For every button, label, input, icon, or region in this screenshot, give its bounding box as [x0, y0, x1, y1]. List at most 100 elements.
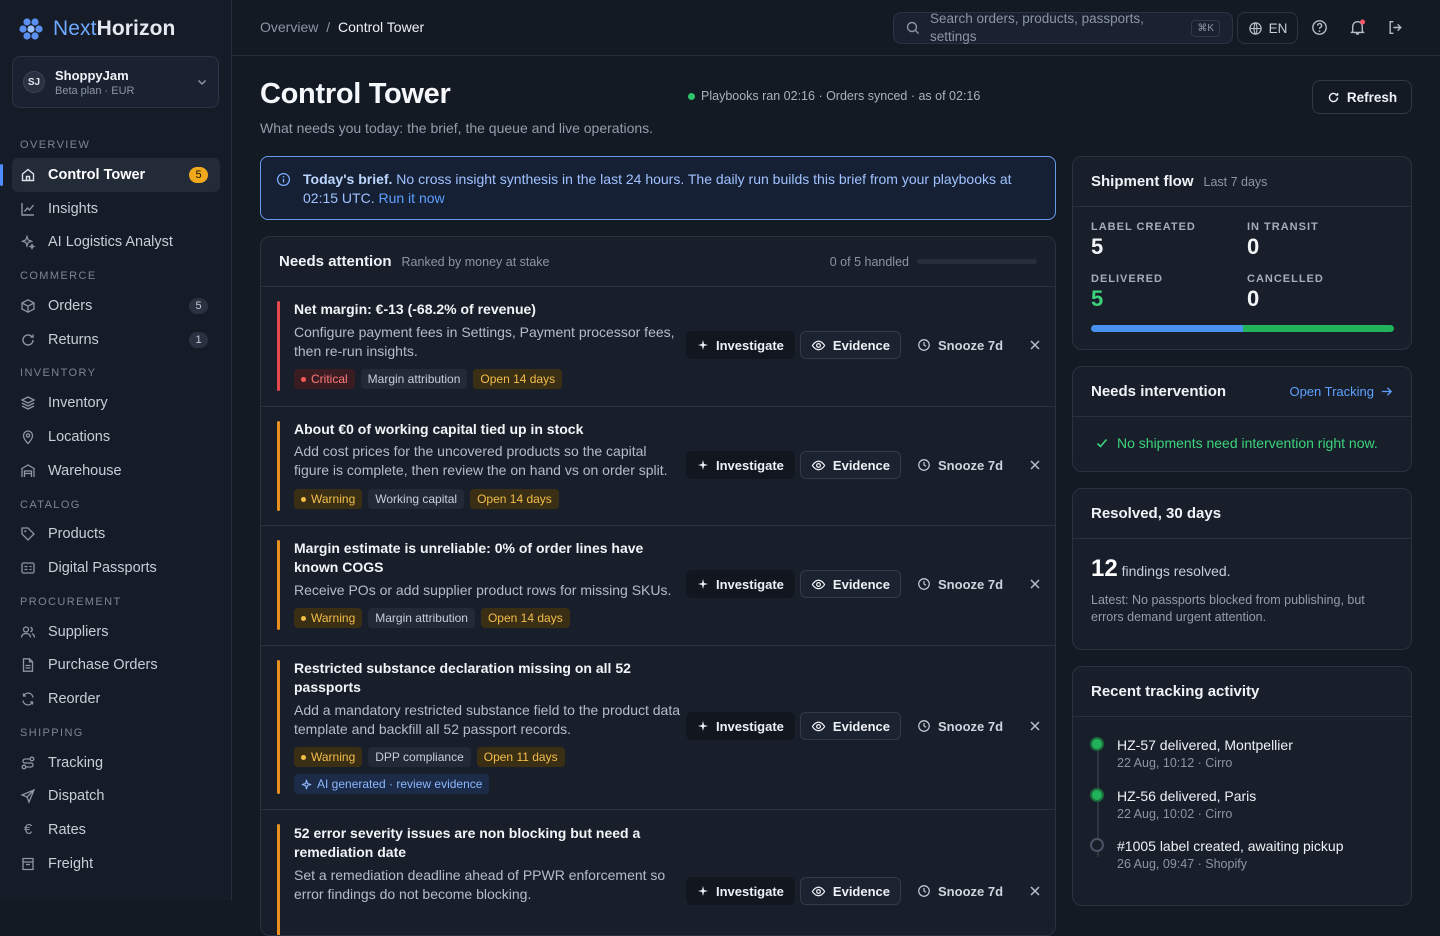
sidebar-item-tracking[interactable]: Tracking	[0, 746, 232, 780]
count-badge: 5	[189, 166, 208, 183]
brief-lead: Today's brief.	[303, 171, 393, 187]
dismiss-button[interactable]	[1023, 572, 1047, 596]
sidebar-item-orders[interactable]: Orders 5	[0, 289, 232, 323]
flow-segment-delivered	[1242, 325, 1394, 332]
dismiss-button[interactable]	[1023, 879, 1047, 903]
item-description: Add a mandatory restricted substance fie…	[294, 702, 681, 737]
sidebar-item-warehouse[interactable]: Warehouse	[0, 454, 232, 488]
sidebar-item-freight[interactable]: Freight	[0, 847, 232, 881]
sidebar-item-returns[interactable]: Returns 1	[0, 323, 232, 357]
timeline-event[interactable]: #1005 label created, awaiting pickup 26 …	[1090, 838, 1393, 889]
dismiss-button[interactable]	[1023, 714, 1047, 738]
breadcrumb-parent[interactable]: Overview	[260, 19, 318, 35]
evidence-button[interactable]: Evidence	[799, 712, 902, 740]
search-input[interactable]: Search orders, products, passports, sett…	[893, 11, 1233, 44]
workspace-name: ShoppyJam	[55, 67, 129, 83]
clock-icon	[918, 459, 930, 471]
run-brief-link[interactable]: Run it now	[378, 190, 444, 206]
refresh-button[interactable]: Refresh	[1312, 80, 1412, 114]
id-card-icon	[21, 562, 35, 574]
sidebar-item-dispatch[interactable]: Dispatch	[0, 780, 232, 814]
workspace-switcher[interactable]: SJ ShoppyJam Beta plan · EUR	[12, 56, 219, 108]
sidebar-item-products[interactable]: Products	[0, 518, 232, 552]
evidence-label: Evidence	[832, 337, 891, 353]
sidebar-item-insights[interactable]: Insights	[0, 192, 232, 226]
snooze-button[interactable]: Snooze 7d	[906, 570, 1014, 598]
sidebar-item-locations[interactable]: Locations	[0, 420, 232, 454]
sidebar-item-control-tower[interactable]: Control Tower 5	[0, 158, 220, 192]
investigate-button[interactable]: Investigate	[686, 451, 795, 479]
severity-label: Warning	[311, 611, 356, 625]
dismiss-button[interactable]	[1023, 453, 1047, 477]
sidebar-item-ai-analyst[interactable]: AI Logistics Analyst	[0, 225, 232, 259]
document-icon	[22, 658, 34, 673]
sidebar-item-purchase-orders[interactable]: Purchase Orders	[0, 649, 232, 683]
shipment-flow-card: Shipment flow Last 7 days LABEL CREATED …	[1072, 156, 1412, 350]
empty-state-text: No shipments need intervention right now…	[1117, 435, 1378, 451]
sidebar-item-reorder[interactable]: Reorder	[0, 682, 232, 716]
needs-intervention-card: Needs intervention Open Tracking No ship…	[1072, 366, 1412, 472]
snooze-button[interactable]: Snooze 7d	[906, 451, 1014, 479]
layers-icon	[20, 396, 36, 411]
stat-value: 5	[1091, 286, 1104, 311]
investigate-button[interactable]: Investigate	[686, 877, 795, 905]
nav-section-commerce: COMMERCE	[20, 270, 97, 283]
bell-icon[interactable]	[1349, 19, 1366, 36]
investigate-button[interactable]: Investigate	[686, 331, 795, 359]
search-placeholder: Search orders, products, passports, sett…	[930, 11, 1144, 44]
evidence-button[interactable]: Evidence	[799, 451, 902, 479]
category-badge: Margin attribution	[360, 369, 468, 389]
stat-in-transit: IN TRANSIT 0	[1247, 221, 1319, 260]
brand-logo[interactable]: NextHorizon	[18, 16, 175, 42]
sidebar-item-label: Locations	[48, 428, 111, 445]
sidebar-item-inventory[interactable]: Inventory	[0, 386, 232, 420]
evidence-button[interactable]: Evidence	[799, 877, 902, 905]
investigate-button[interactable]: Investigate	[686, 712, 795, 740]
event-status-dot	[1090, 838, 1104, 852]
users-icon	[20, 626, 36, 638]
event-status-dot	[1090, 737, 1104, 751]
sparkle-icon	[698, 340, 708, 350]
snooze-button[interactable]: Snooze 7d	[906, 331, 1014, 359]
nav-section-catalog: CATALOG	[20, 498, 81, 511]
sidebar-item-label: Freight	[48, 855, 94, 872]
evidence-button[interactable]: Evidence	[799, 570, 902, 598]
sidebar-item-label: Purchase Orders	[48, 657, 158, 674]
sidebar-item-digital-passports[interactable]: Digital Passports	[0, 551, 232, 585]
status-dot	[688, 92, 695, 100]
category-badge: Working capital	[368, 489, 465, 509]
stat-value: 0	[1247, 286, 1260, 311]
sidebar-item-suppliers[interactable]: Suppliers	[0, 615, 232, 649]
stat-cancelled: CANCELLED 0	[1247, 273, 1324, 312]
handled-count: 0 of 5 handled	[829, 254, 909, 269]
resolved-unit: findings resolved.	[1121, 563, 1231, 579]
investigate-button[interactable]: Investigate	[686, 570, 795, 598]
tag-icon	[21, 527, 35, 542]
send-icon	[20, 789, 36, 805]
brand-name-a: Next	[53, 17, 97, 40]
investigate-label: Investigate	[716, 883, 784, 899]
dismiss-button[interactable]	[1023, 333, 1047, 357]
timeline-event[interactable]: HZ-57 delivered, Montpellier 22 Aug, 10:…	[1090, 737, 1393, 788]
event-status-dot	[1090, 787, 1104, 802]
snooze-button[interactable]: Snooze 7d	[906, 877, 1014, 905]
open-tracking-link[interactable]: Open Tracking	[1289, 384, 1393, 399]
sparkle-icon	[301, 779, 312, 789]
sidebar-item-rates[interactable]: € Rates	[0, 813, 232, 847]
close-icon	[1030, 460, 1040, 470]
logout-icon[interactable]	[1387, 19, 1404, 36]
sidebar-item-label: Digital Passports	[48, 560, 157, 577]
severity-bar	[277, 660, 280, 794]
avatar: SJ	[23, 71, 45, 93]
snooze-label: Snooze 7d	[938, 457, 1004, 473]
item-description: Add cost prices for the uncovered produc…	[294, 443, 668, 478]
attention-item: Restricted substance declaration missing…	[261, 646, 1055, 810]
item-title: Margin estimate is unreliable: 0% of ord…	[294, 540, 644, 575]
sidebar-item-label: Insights	[48, 200, 98, 217]
language-switcher[interactable]: EN	[1237, 12, 1298, 44]
timeline-event[interactable]: HZ-56 delivered, Paris 22 Aug, 10:02 · C…	[1090, 787, 1393, 839]
evidence-button[interactable]: Evidence	[799, 331, 902, 359]
help-icon[interactable]	[1311, 19, 1328, 36]
snooze-button[interactable]: Snooze 7d	[906, 712, 1014, 740]
sparkle-icon	[20, 234, 36, 251]
